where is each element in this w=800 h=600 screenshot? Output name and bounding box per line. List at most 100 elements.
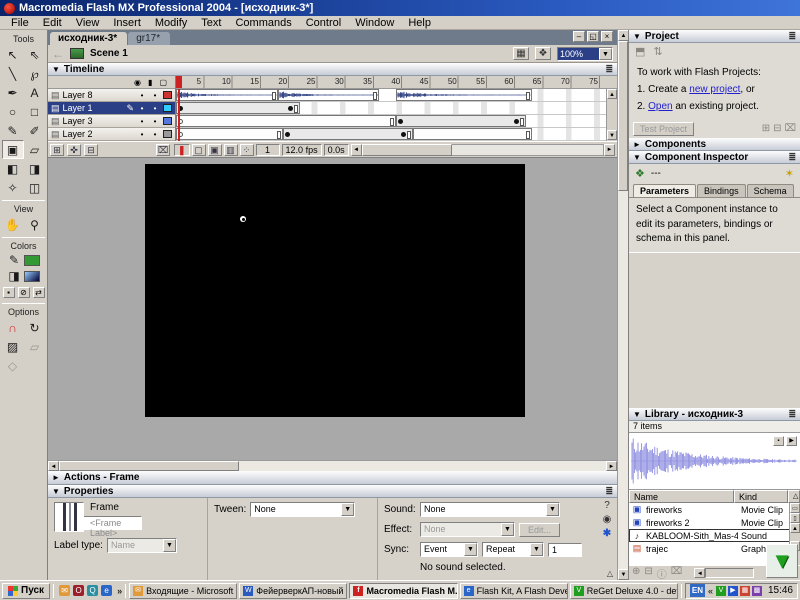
fill-color-swatch[interactable] xyxy=(24,270,40,282)
library-panel-header[interactable]: ▼ Library - исходник-3 ≣ xyxy=(629,408,800,421)
chevron-down-icon[interactable]: ▼ xyxy=(162,539,176,552)
chevron-down-icon[interactable]: ▼ xyxy=(464,543,477,556)
label-type-select[interactable]: Name ▼ xyxy=(106,538,177,553)
zoom-tool[interactable]: ⚲ xyxy=(24,215,46,234)
eyedropper-tool[interactable]: ✧ xyxy=(2,178,24,197)
insert-layer-button[interactable]: ⊞ xyxy=(50,143,64,156)
menu-window[interactable]: Window xyxy=(348,16,401,30)
edit-symbols-button[interactable]: ❖ xyxy=(535,47,551,60)
no-color-button[interactable]: ⊘ xyxy=(17,286,30,298)
scroll-track[interactable] xyxy=(451,143,604,156)
timeline-header[interactable]: ▼ Timeline ≣ xyxy=(48,63,617,76)
scroll-left-icon[interactable]: ◄ xyxy=(350,143,362,156)
frame-rate-field[interactable]: 12.0 fps xyxy=(281,143,322,156)
subselection-tool[interactable]: ⇖ xyxy=(24,45,46,64)
scroll-thumb[interactable] xyxy=(361,143,452,156)
effect-select[interactable]: None ▼ xyxy=(420,522,515,537)
tab-parameters[interactable]: Parameters xyxy=(633,184,697,197)
text-tool[interactable]: A xyxy=(24,83,46,102)
new-project-link[interactable]: new project xyxy=(689,84,740,95)
menu-control[interactable]: Control xyxy=(299,16,348,30)
chevron-down-icon[interactable]: ▼ xyxy=(341,503,355,516)
brush-tool[interactable]: ✐ xyxy=(24,121,46,140)
modify-onion-markers-button[interactable]: ⁘ xyxy=(239,143,254,156)
language-indicator[interactable]: EN xyxy=(689,584,705,597)
document-tab[interactable]: gr17* xyxy=(128,32,171,45)
reget-tray-icon[interactable]: V xyxy=(715,585,726,596)
timeline-vertical-scrollbar[interactable]: ▲ ▼ xyxy=(606,89,617,141)
rectangle-tool[interactable]: □ xyxy=(24,102,46,121)
edit-multiple-frames-button[interactable]: ▥ xyxy=(223,143,238,156)
paint-bucket-tool[interactable]: ◨ xyxy=(24,159,46,178)
component-inspector-header[interactable]: ▼ Component Inspector ≣ xyxy=(629,151,800,164)
panel-menu-icon[interactable]: ≣ xyxy=(605,486,613,497)
menu-modify[interactable]: Modify xyxy=(148,16,194,30)
frame-row-layer-1[interactable] xyxy=(176,102,617,115)
frame-rows[interactable] xyxy=(176,89,617,141)
scale-button[interactable]: ▨ xyxy=(2,337,24,356)
play-icon[interactable]: ▶ xyxy=(786,436,797,446)
zoom-value[interactable]: 100% xyxy=(558,47,599,60)
frame-row-layer-2[interactable] xyxy=(176,115,617,128)
new-folder-button[interactable]: ⊟ xyxy=(644,566,652,581)
reget-drop-basket[interactable]: ▼ xyxy=(766,544,798,578)
layer-row-layer-2[interactable]: ▤ Layer 2 • • xyxy=(48,128,175,141)
document-tab[interactable]: исходник-3* xyxy=(50,32,128,45)
emptyspan-span[interactable] xyxy=(176,128,284,140)
stage-vertical-scrollbar[interactable]: ▲ ▼ xyxy=(617,30,629,580)
oval-tool[interactable]: ○ xyxy=(2,102,24,121)
sound-span[interactable] xyxy=(396,89,532,101)
version-control-icon[interactable]: ⇅ xyxy=(653,45,662,58)
hand-tool[interactable]: ✋ xyxy=(2,215,24,234)
menu-commands[interactable]: Commands xyxy=(228,16,298,30)
update-icon[interactable]: ◉ xyxy=(600,514,614,525)
test-project-button[interactable]: Test Project xyxy=(633,121,695,136)
taskbar-button[interactable]: f Macromedia Flash M... xyxy=(349,582,458,599)
sync-repeat-select[interactable]: Repeat ▼ xyxy=(482,542,544,557)
player-tray-icon[interactable]: ▶ xyxy=(727,585,738,596)
chevron-down-icon[interactable]: ▼ xyxy=(530,543,543,556)
stop-icon[interactable]: ▪ xyxy=(773,436,784,446)
actions-panel-header[interactable]: ► Actions - Frame xyxy=(48,471,617,485)
menu-file[interactable]: File xyxy=(4,16,36,30)
scroll-track[interactable] xyxy=(607,99,617,130)
onion-outline-button[interactable]: ▣ xyxy=(207,143,222,156)
stage[interactable] xyxy=(145,164,525,417)
layer-outline-color-swatch[interactable] xyxy=(163,130,172,138)
item-properties-button[interactable]: ⓘ xyxy=(657,566,667,581)
outlook-quicklaunch-icon[interactable]: ✉ xyxy=(59,585,71,596)
project-panel-header[interactable]: ▼ Project ≣ xyxy=(629,30,800,43)
chevron-down-icon[interactable]: ▼ xyxy=(546,503,559,516)
tween-select[interactable]: None ▼ xyxy=(250,502,356,517)
emptyspan-span[interactable] xyxy=(176,115,397,127)
taskbar-button[interactable]: V ReGet Deluxe 4.0 - def... xyxy=(569,582,678,599)
scroll-down-icon[interactable]: ▼ xyxy=(607,130,617,140)
scheduler-tray-icon[interactable]: ▩ xyxy=(751,585,762,596)
add-folder-icon[interactable]: ⊞ xyxy=(762,123,770,134)
elapsed-time-field[interactable]: 0.0s xyxy=(323,143,349,156)
scroll-track[interactable] xyxy=(618,191,628,569)
column-header-kind[interactable]: Kind xyxy=(734,490,788,503)
swap-colors-button[interactable]: ⇄ xyxy=(32,286,45,298)
eraser-tool[interactable]: ◫ xyxy=(24,178,46,197)
sync-select[interactable]: Event ▼ xyxy=(420,542,478,557)
taskbar-button[interactable]: ✉ Входящие - Microsoft ... xyxy=(129,582,238,599)
show-hide-dot[interactable]: • xyxy=(137,117,147,126)
selection-tool[interactable]: ↖ xyxy=(2,45,24,64)
sound-span[interactable] xyxy=(176,89,278,101)
pencil-tool[interactable]: ✎ xyxy=(2,121,24,140)
tab-schema[interactable]: Schema xyxy=(746,184,794,197)
back-arrow-icon[interactable]: ← xyxy=(52,47,64,61)
show-hide-dot[interactable]: • xyxy=(137,91,147,100)
sound-span[interactable] xyxy=(277,89,380,101)
delete-layer-button[interactable]: ⌧ xyxy=(156,143,170,156)
sort-order-icon[interactable]: △ xyxy=(788,490,800,503)
current-frame-field[interactable]: 1 xyxy=(255,143,280,156)
timeline-horizontal-scrollbar[interactable]: ◄ ► xyxy=(350,143,615,156)
sound-select[interactable]: None ▼ xyxy=(420,502,560,517)
stage-horizontal-scrollbar[interactable]: ◄ ► xyxy=(48,460,617,471)
layer-row-layer-8[interactable]: ▤ Layer 8 • • xyxy=(48,89,175,102)
icq-quicklaunch-icon[interactable]: Q xyxy=(87,585,99,596)
fill-transform-tool[interactable]: ▱ xyxy=(24,140,46,159)
add-file-icon[interactable]: ⊟ xyxy=(773,123,781,134)
